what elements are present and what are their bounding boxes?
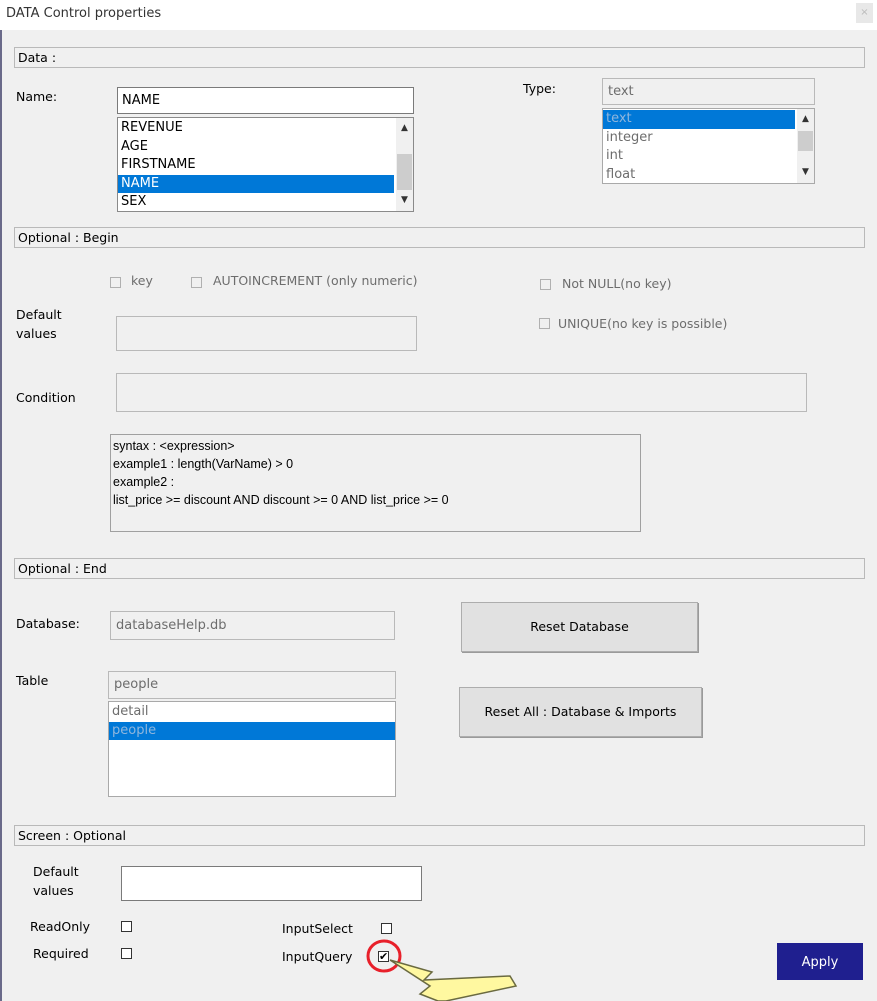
section-header-optional-begin: Optional : Begin xyxy=(14,227,865,248)
scroll-down-arrow-icon[interactable]: ▼ xyxy=(797,164,814,181)
required-checkbox[interactable] xyxy=(121,948,132,959)
pointer-arrow-icon xyxy=(389,959,518,1001)
autoincrement-label: AUTOINCREMENT (only numeric) xyxy=(213,273,418,288)
unique-checkbox[interactable] xyxy=(539,318,550,329)
syntax-help-box: syntax : <expression> example1 : length(… xyxy=(110,434,641,532)
type-label: Type: xyxy=(523,81,556,96)
section-header-screen: Screen : Optional xyxy=(14,825,865,846)
scroll-up-arrow-icon[interactable]: ▲ xyxy=(396,120,413,137)
highlight-circle-icon xyxy=(366,939,402,973)
key-checkbox[interactable] xyxy=(110,277,121,288)
readonly-label: ReadOnly xyxy=(30,919,91,934)
close-button[interactable]: × xyxy=(856,3,873,23)
name-list-item[interactable]: AGE xyxy=(118,138,394,157)
type-list-item[interactable]: integer xyxy=(603,129,795,148)
default-values-label-line1: Default xyxy=(16,307,62,322)
name-list-item[interactable]: FIRSTNAME xyxy=(118,156,394,175)
section-header-data: Data : xyxy=(14,47,865,68)
condition-input[interactable] xyxy=(116,373,807,412)
screen-default-values-label-line2: values xyxy=(33,883,74,898)
database-input[interactable]: databaseHelp.db xyxy=(110,611,395,640)
type-input[interactable]: text xyxy=(602,78,815,105)
syntax-help-line: example1 : length(VarName) > 0 xyxy=(113,457,294,471)
apply-button[interactable]: Apply xyxy=(777,943,863,980)
scroll-thumb[interactable] xyxy=(798,131,813,151)
scroll-down-arrow-icon[interactable]: ▼ xyxy=(396,192,413,209)
type-list-item-selected[interactable]: text xyxy=(603,110,795,129)
annotation-overlay xyxy=(366,939,518,1001)
section-header-optional-end: Optional : End xyxy=(14,558,865,579)
type-list-item[interactable]: float xyxy=(603,166,795,184)
name-listbox[interactable]: REVENUE AGE FIRSTNAME NAME SEX ▲ ▼ xyxy=(117,117,414,212)
syntax-help-line: list_price >= discount AND discount >= 0… xyxy=(113,493,449,507)
name-list-item-selected[interactable]: NAME xyxy=(118,174,394,193)
default-values-input[interactable] xyxy=(116,316,417,351)
default-values-label-line2: values xyxy=(16,326,57,341)
screen-default-values-label-line1: Default xyxy=(33,864,79,879)
key-label: key xyxy=(131,273,153,288)
type-list-scrollbar[interactable]: ▲ ▼ xyxy=(797,109,814,183)
name-list-scrollbar[interactable]: ▲ ▼ xyxy=(396,118,413,211)
condition-label: Condition xyxy=(16,390,76,405)
syntax-help-line: example2 : xyxy=(113,475,175,489)
required-label: Required xyxy=(33,946,89,961)
table-input[interactable]: people xyxy=(108,671,396,699)
table-label: Table xyxy=(16,673,49,688)
scroll-up-arrow-icon[interactable]: ▲ xyxy=(797,111,814,128)
type-list-item[interactable]: int xyxy=(603,147,795,166)
screen-default-values-input[interactable] xyxy=(121,866,422,901)
name-label: Name: xyxy=(16,89,58,104)
window-title: DATA Control properties xyxy=(6,6,162,21)
not-null-label: Not NULL(no key) xyxy=(562,276,672,291)
inputquery-label: InputQuery xyxy=(282,949,353,964)
type-listbox[interactable]: text integer int float ▲ ▼ xyxy=(602,108,815,184)
inputselect-label: InputSelect xyxy=(282,921,353,936)
scroll-thumb[interactable] xyxy=(397,154,412,190)
database-label: Database: xyxy=(16,616,80,631)
name-list-item[interactable]: REVENUE xyxy=(118,119,394,138)
name-input[interactable]: NAME xyxy=(117,87,414,114)
readonly-checkbox[interactable] xyxy=(121,921,132,932)
reset-database-button[interactable]: Reset Database xyxy=(461,602,698,652)
window-left-edge xyxy=(0,30,2,1001)
table-list-item-selected[interactable]: people xyxy=(109,721,395,740)
table-list-item[interactable]: detail xyxy=(109,703,395,722)
not-null-checkbox[interactable] xyxy=(540,279,551,290)
name-list-item[interactable]: SEX xyxy=(118,193,394,211)
reset-all-button[interactable]: Reset All : Database & Imports xyxy=(459,687,702,737)
table-listbox[interactable]: detail people xyxy=(108,701,396,797)
unique-label: UNIQUE(no key is possible) xyxy=(558,316,728,331)
autoincrement-checkbox[interactable] xyxy=(191,277,202,288)
syntax-help-line: syntax : <expression> xyxy=(113,439,235,453)
